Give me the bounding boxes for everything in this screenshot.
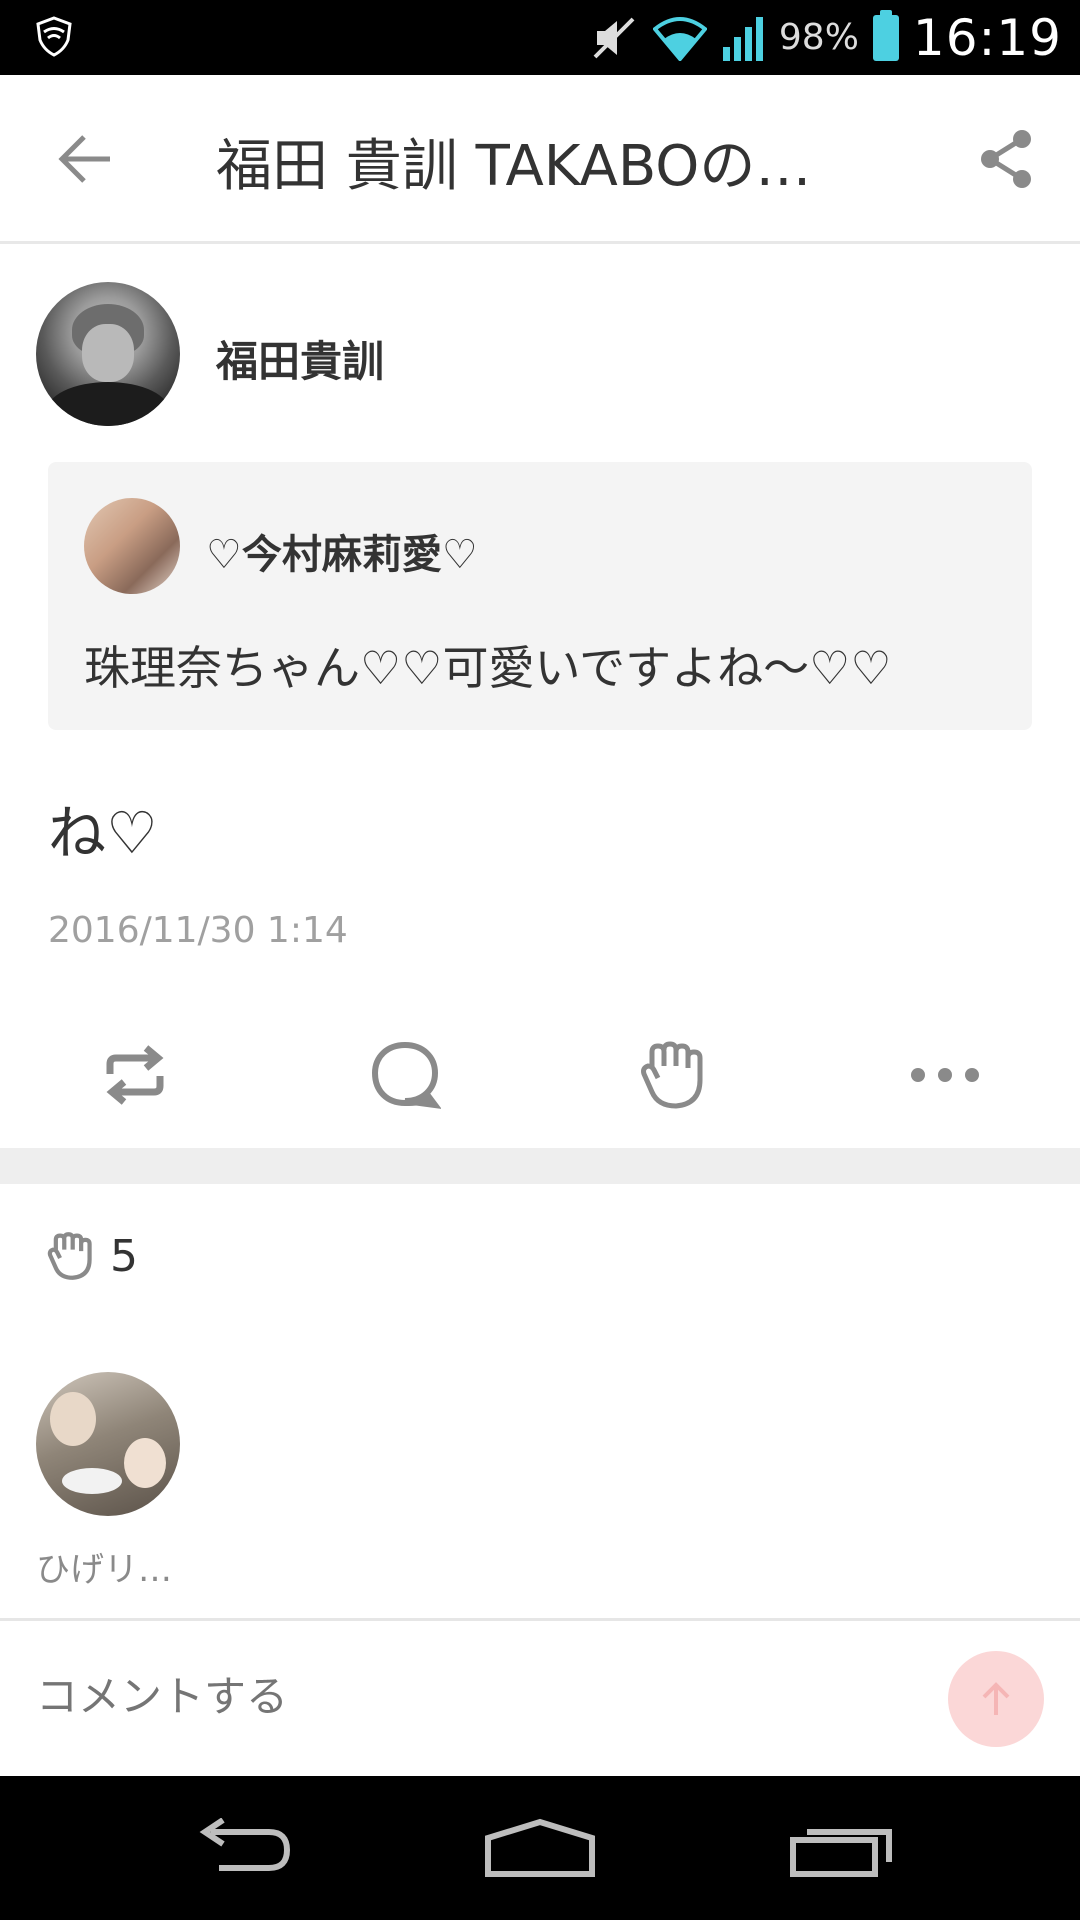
liker-item[interactable]: ひげリ… xyxy=(36,1372,180,1591)
page-title: 福田 貴訓 TAKABOの… xyxy=(216,134,812,199)
nav-back-icon xyxy=(199,1818,291,1871)
comment-button[interactable] xyxy=(360,1030,450,1120)
more-button[interactable] xyxy=(900,1030,990,1120)
liker-avatar[interactable] xyxy=(36,1372,180,1516)
likes-summary[interactable]: 5 xyxy=(46,1228,138,1284)
comment-bar xyxy=(0,1618,1080,1776)
author-avatar[interactable] xyxy=(36,282,180,426)
comment-input[interactable] xyxy=(36,1673,577,1721)
arrow-up-icon xyxy=(982,1682,1010,1715)
clap-icon xyxy=(47,1232,92,1280)
quoted-post[interactable]: ♡今村麻莉愛♡ 珠理奈ちゃん♡♡可愛いですよね〜♡♡ xyxy=(48,462,1032,730)
signal-icon xyxy=(722,16,763,61)
post-timestamp: 2016/11/30 1:14 xyxy=(48,910,348,951)
nav-recents-icon xyxy=(790,1829,892,1877)
nav-recents-button[interactable] xyxy=(788,1812,900,1884)
author-name[interactable]: 福田貴訓 xyxy=(216,328,384,389)
section-divider xyxy=(0,1148,1080,1184)
clap-button[interactable] xyxy=(630,1030,720,1120)
repost-icon xyxy=(106,1045,164,1105)
liker-name[interactable]: ひげリ… xyxy=(36,1542,180,1591)
likes-count: 5 xyxy=(110,1230,138,1282)
action-bar xyxy=(0,1030,1080,1120)
more-icon xyxy=(911,1068,979,1082)
comment-icon xyxy=(371,1041,441,1109)
repost-button[interactable] xyxy=(90,1030,180,1120)
nav-home-button[interactable] xyxy=(482,1812,598,1884)
post-text: ね♡ xyxy=(48,799,158,867)
nav-home-icon xyxy=(485,1818,595,1877)
clock: 16:19 xyxy=(912,8,1062,67)
status-bar: 98% 16:19 xyxy=(0,0,1080,75)
share-icon[interactable] xyxy=(976,127,1036,191)
navigation-bar xyxy=(0,1776,1080,1920)
quoted-text: 珠理奈ちゃん♡♡可愛いですよね〜♡♡ xyxy=(84,641,892,695)
battery-percent: 98% xyxy=(778,17,859,58)
app-header: 福田 貴訓 TAKABOの… xyxy=(0,75,1080,244)
clap-icon xyxy=(641,1041,703,1109)
send-button[interactable] xyxy=(948,1651,1044,1747)
shield-icon xyxy=(36,16,72,57)
back-arrow-icon[interactable] xyxy=(56,129,116,189)
quoted-avatar[interactable] xyxy=(84,498,180,594)
nav-back-button[interactable] xyxy=(186,1812,296,1884)
quoted-author-name[interactable]: ♡今村麻莉愛♡ xyxy=(206,522,478,580)
battery-icon xyxy=(872,9,899,61)
wifi-icon xyxy=(652,16,707,61)
mute-icon xyxy=(593,17,635,58)
